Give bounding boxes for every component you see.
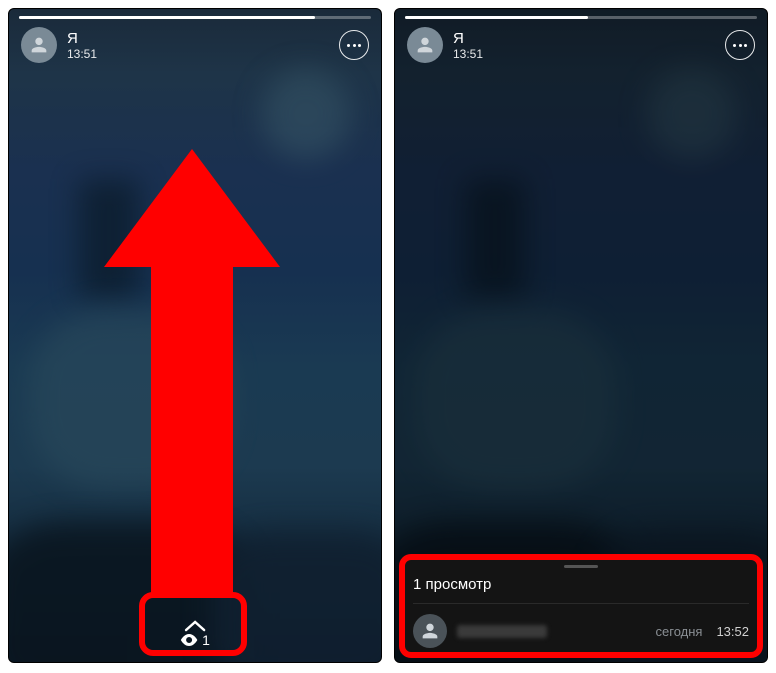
dot-icon — [733, 44, 736, 47]
viewer-time: 13:52 — [716, 624, 749, 639]
swipe-up-viewers-button[interactable]: 1 — [180, 620, 210, 648]
user-name[interactable]: Я — [67, 30, 97, 47]
chevron-up-icon — [184, 620, 206, 632]
story-progress-track — [405, 16, 757, 19]
header-text: Я 13:51 — [453, 30, 483, 61]
more-button[interactable] — [339, 30, 369, 60]
eye-icon — [180, 634, 198, 646]
story-progress-fill — [405, 16, 588, 19]
person-icon — [28, 34, 50, 56]
user-name[interactable]: Я — [453, 30, 483, 47]
dot-icon — [353, 44, 356, 47]
story-screen-viewers: Я 13:51 1 просмотр сегодня 13:52 — [394, 8, 768, 663]
viewer-name-redacted — [457, 625, 547, 638]
viewer-row[interactable]: сегодня 13:52 — [413, 604, 749, 648]
viewers-sheet[interactable]: 1 просмотр сегодня 13:52 — [401, 555, 761, 656]
bg-blob — [79, 179, 139, 299]
story-progress-track — [19, 16, 371, 19]
story-header: Я 13:51 — [21, 27, 369, 63]
story-progress-fill — [19, 16, 315, 19]
avatar — [413, 614, 447, 648]
story-header: Я 13:51 — [407, 27, 755, 63]
person-icon — [419, 620, 441, 642]
more-button[interactable] — [725, 30, 755, 60]
bg-blob — [29, 309, 229, 489]
avatar[interactable] — [407, 27, 443, 63]
viewers-sheet-title: 1 просмотр — [413, 576, 749, 604]
dot-icon — [347, 44, 350, 47]
dot-icon — [358, 44, 361, 47]
dot-icon — [739, 44, 742, 47]
sheet-grabber[interactable] — [564, 565, 598, 568]
avatar[interactable] — [21, 27, 57, 63]
story-time: 13:51 — [453, 47, 483, 61]
viewer-when: сегодня — [656, 624, 703, 639]
story-screen-own: Я 13:51 1 — [8, 8, 382, 663]
header-text: Я 13:51 — [67, 30, 97, 61]
bg-blob — [261, 69, 351, 159]
view-count: 1 — [202, 632, 210, 648]
bg-blob — [211, 532, 382, 663]
dot-icon — [744, 44, 747, 47]
story-time: 13:51 — [67, 47, 97, 61]
person-icon — [414, 34, 436, 56]
